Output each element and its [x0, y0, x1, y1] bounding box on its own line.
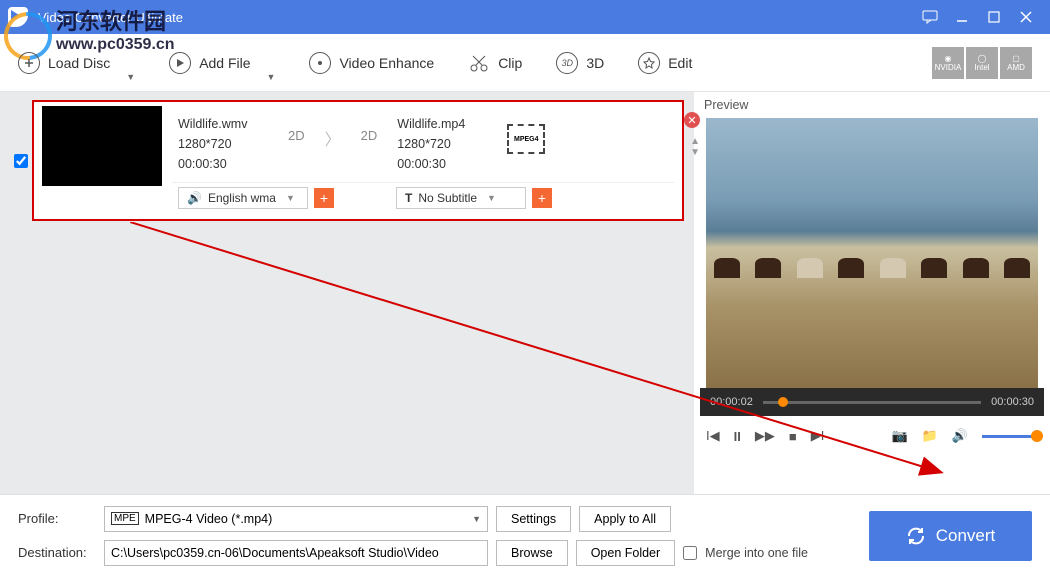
3d-icon: 3D	[556, 52, 578, 74]
fast-forward-button[interactable]: ▶▶	[755, 428, 775, 444]
close-button[interactable]	[1010, 7, 1042, 27]
apply-to-all-button[interactable]: Apply to All	[579, 506, 671, 532]
settings-button[interactable]: Settings	[496, 506, 571, 532]
video-enhance-button[interactable]: Video Enhance	[309, 52, 434, 74]
clip-button[interactable]: Clip	[468, 52, 522, 74]
star-icon	[638, 52, 660, 74]
volume-slider[interactable]	[982, 435, 1038, 438]
add-audio-button[interactable]: +	[314, 188, 334, 208]
preview-controls: I◀ II ▶▶ ■ ▶I 📷 📁 🔊	[694, 416, 1050, 456]
profile-label: Profile:	[18, 511, 96, 526]
disc-icon	[18, 52, 40, 74]
stop-button[interactable]: ■	[789, 429, 797, 444]
destination-label: Destination:	[18, 545, 96, 560]
file-row-checkbox-col	[10, 100, 32, 221]
minimize-button[interactable]	[946, 7, 978, 27]
gpu-badges: ◉NVIDIA ◯Intel ▢AMD	[932, 47, 1032, 79]
preview-time-total: 00:00:30	[991, 396, 1034, 408]
volume-icon[interactable]: 🔊	[952, 428, 968, 444]
preview-panel: Preview 00:00:02 00:00:30 I◀ II ▶▶ ■ ▶I …	[694, 92, 1050, 494]
profile-select[interactable]: MPE MPEG-4 Video (*.mp4) ▼	[104, 506, 488, 532]
add-file-dropdown-icon[interactable]: ▼	[267, 72, 276, 82]
title-bar: Video Converter Ultimate	[0, 0, 1050, 34]
intel-badge: ◯Intel	[966, 47, 998, 79]
scissors-icon	[468, 52, 490, 74]
merge-checkbox[interactable]	[683, 546, 697, 560]
remove-file-button[interactable]: ✕	[684, 112, 700, 128]
edit-button[interactable]: Edit	[638, 52, 692, 74]
preview-progress-bar[interactable]: 00:00:02 00:00:30	[700, 388, 1044, 416]
merge-label: Merge into one file	[705, 546, 808, 560]
file-list-area: Wildlife.wmv 1280*720 00:00:30 2D 〉 2D W…	[0, 92, 694, 494]
file-row-checkbox[interactable]	[14, 154, 28, 168]
subtitle-select[interactable]: T No Subtitle ▼	[396, 187, 526, 209]
preview-title: Preview	[694, 92, 1050, 118]
maximize-button[interactable]	[978, 7, 1010, 27]
browse-button[interactable]: Browse	[496, 540, 568, 566]
amd-badge: ▢AMD	[1000, 47, 1032, 79]
add-subtitle-button[interactable]: +	[532, 188, 552, 208]
toolbar: Load Disc ▼ Add File ▼ Video Enhance Cli…	[0, 34, 1050, 92]
next-button[interactable]: ▶I	[811, 428, 825, 444]
dest-dimension-badge: 2D	[361, 114, 378, 143]
reorder-buttons[interactable]: ▲▼	[690, 136, 700, 158]
app-logo-icon	[8, 7, 28, 27]
chevron-down-icon: ▼	[472, 514, 481, 524]
source-meta: Wildlife.wmv 1280*720 00:00:30	[178, 114, 268, 174]
mpeg-icon: MPE	[111, 512, 139, 525]
enhance-icon	[309, 52, 331, 74]
prev-button[interactable]: I◀	[706, 428, 720, 444]
open-folder-button[interactable]: Open Folder	[576, 540, 675, 566]
open-folder-icon[interactable]: 📁	[922, 428, 938, 444]
chevron-down-icon: ▼	[286, 193, 295, 203]
video-thumbnail[interactable]	[42, 106, 162, 186]
preview-video[interactable]	[706, 118, 1038, 388]
dest-meta: Wildlife.mp4 1280*720 00:00:30	[397, 114, 487, 174]
source-dimension-badge: 2D	[288, 114, 305, 143]
audio-track-select[interactable]: 🔊 English wma ▼	[178, 187, 308, 209]
load-disc-button[interactable]: Load Disc	[18, 52, 110, 74]
subtitle-icon: T	[405, 191, 412, 205]
nvidia-badge: ◉NVIDIA	[932, 47, 964, 79]
snapshot-button[interactable]: 📷	[891, 428, 907, 444]
convert-button[interactable]: Convert	[869, 511, 1032, 561]
speaker-icon: 🔊	[187, 191, 202, 205]
3d-button[interactable]: 3D 3D	[556, 52, 604, 74]
format-icon[interactable]: MPEG4	[507, 124, 545, 154]
add-file-icon	[169, 52, 191, 74]
app-title: Video Converter Ultimate	[38, 10, 183, 25]
preview-time-current: 00:00:02	[710, 396, 753, 408]
pause-button[interactable]: II	[734, 429, 741, 444]
bottom-panel: Profile: MPE MPEG-4 Video (*.mp4) ▼ Sett…	[0, 494, 1050, 576]
destination-field[interactable]: C:\Users\pc0359.cn-06\Documents\Apeaksof…	[104, 540, 488, 566]
arrow-right-icon: 〉	[325, 114, 341, 150]
file-row[interactable]: Wildlife.wmv 1280*720 00:00:30 2D 〉 2D W…	[32, 100, 684, 221]
load-disc-dropdown-icon[interactable]: ▼	[126, 72, 135, 82]
add-file-button[interactable]: Add File	[169, 52, 250, 74]
chevron-down-icon: ▼	[487, 193, 496, 203]
comment-icon[interactable]	[914, 7, 946, 27]
